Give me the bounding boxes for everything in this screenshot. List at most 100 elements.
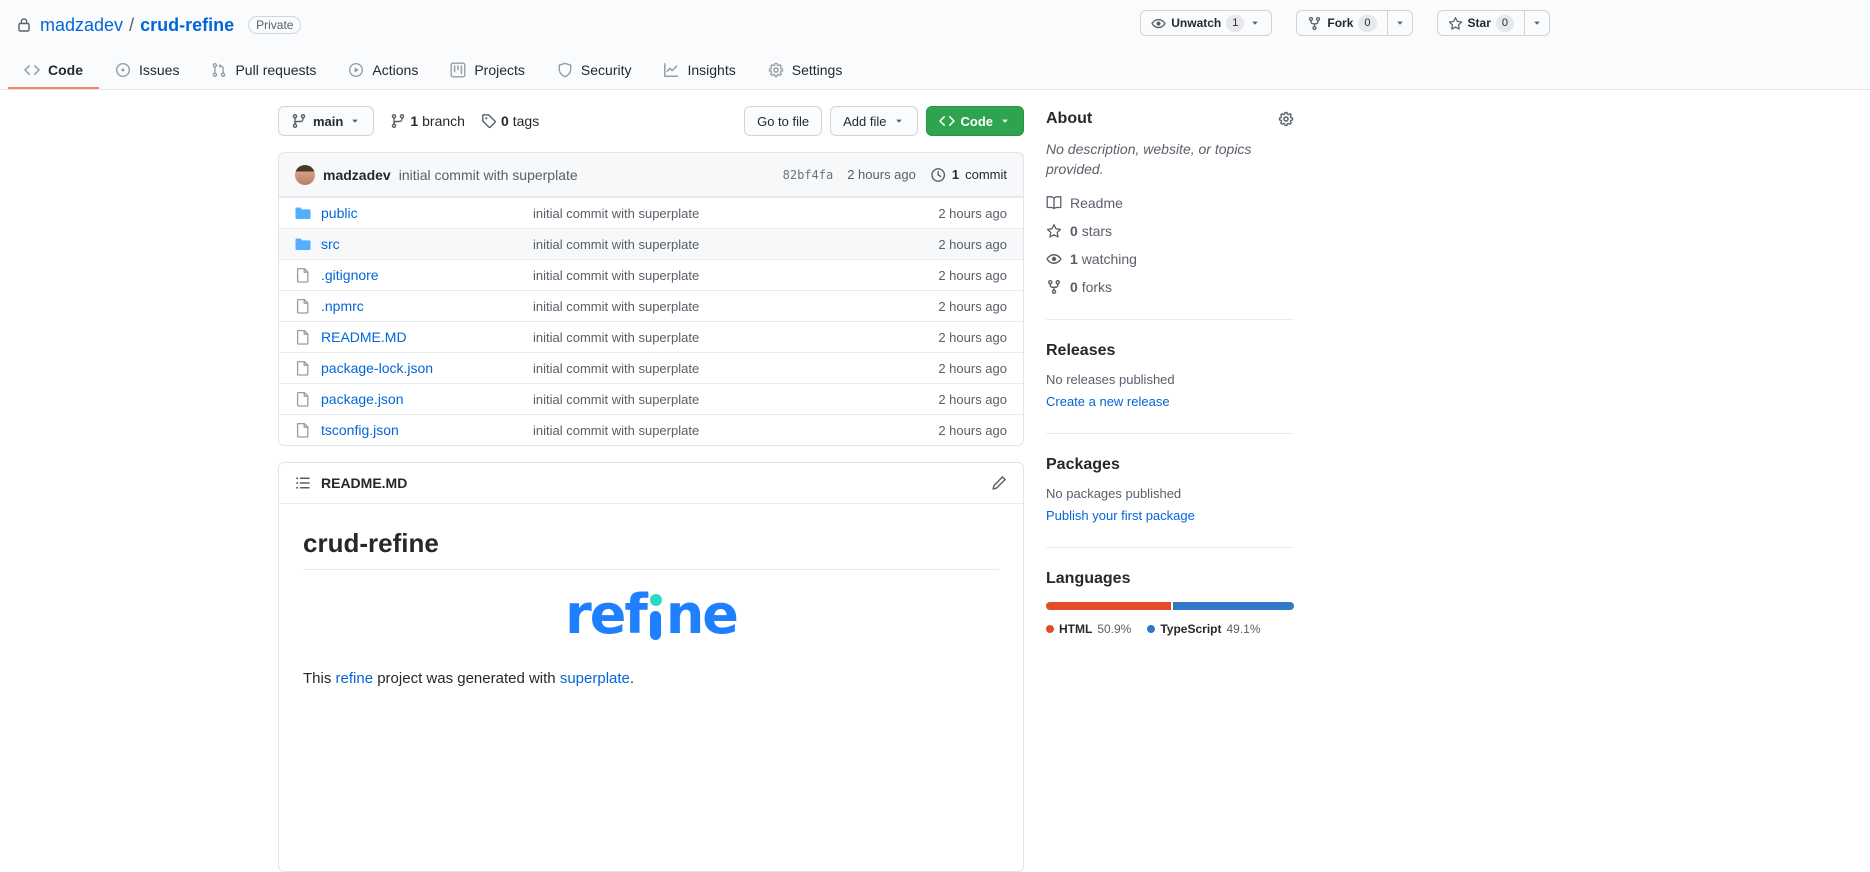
commit-history-link[interactable]: 1 commit	[930, 167, 1007, 183]
tab-actions[interactable]: Actions	[332, 52, 434, 89]
fork-dropdown-button[interactable]	[1387, 10, 1413, 36]
repo-name-link[interactable]: crud-refine	[140, 15, 234, 36]
file-link[interactable]: public	[321, 205, 533, 221]
fork-label: Fork	[1327, 16, 1354, 30]
file-icon	[295, 298, 311, 314]
commit-message-link[interactable]: initial commit with superplate	[533, 330, 897, 345]
star-dropdown-button[interactable]	[1525, 10, 1550, 36]
commit-message-link[interactable]: initial commit with superplate	[533, 206, 897, 221]
language-item-html[interactable]: HTML 50.9%	[1046, 622, 1131, 636]
gear-icon	[1278, 111, 1294, 127]
releases-title: Releases	[1046, 342, 1116, 360]
publish-package-link[interactable]: Publish your first package	[1046, 508, 1195, 523]
file-link[interactable]: package.json	[321, 391, 533, 407]
file-link[interactable]: src	[321, 236, 533, 252]
chevron-down-icon	[1249, 17, 1261, 29]
forks-sidebar-link[interactable]: 0 forks	[1046, 279, 1294, 295]
avatar[interactable]	[295, 164, 315, 185]
eye-icon	[1046, 251, 1062, 267]
branches-link[interactable]: 1 branch	[390, 113, 465, 129]
current-branch-label: main	[313, 113, 344, 129]
folder-icon	[295, 205, 311, 221]
file-link[interactable]: tsconfig.json	[321, 422, 533, 438]
tab-insights[interactable]: Insights	[647, 52, 751, 89]
readme-sidebar-link[interactable]: Readme	[1046, 195, 1294, 211]
chevron-down-icon	[1531, 17, 1543, 29]
add-file-button[interactable]: Add file	[830, 106, 918, 136]
tab-code[interactable]: Code	[8, 52, 99, 89]
readme-filename-link[interactable]: README.MD	[321, 475, 407, 491]
tab-security[interactable]: Security	[541, 52, 648, 89]
tab-label: Actions	[372, 62, 419, 78]
tab-issues[interactable]: Issues	[99, 52, 195, 89]
commit-time: 2 hours ago	[847, 167, 916, 182]
tab-settings[interactable]: Settings	[752, 52, 859, 89]
refine-link[interactable]: refine	[336, 670, 374, 687]
fork-icon	[1046, 279, 1062, 295]
repo-actions: Unwatch 1 Fork 0 Star 0	[1140, 10, 1550, 36]
superplate-link[interactable]: superplate	[560, 670, 630, 687]
commit-message-link[interactable]: initial commit with superplate	[533, 237, 897, 252]
logo-i-stem	[650, 611, 662, 640]
file-link[interactable]: package-lock.json	[321, 360, 533, 376]
table-row: tsconfig.json initial commit with superp…	[279, 414, 1023, 445]
lock-icon	[16, 17, 32, 33]
star-icon	[1046, 223, 1062, 239]
star-button[interactable]: Star 0	[1436, 10, 1525, 36]
language-item-typescript[interactable]: TypeScript 49.1%	[1147, 622, 1261, 636]
readme-box: README.MD crud-refine ref ne This refine …	[278, 462, 1024, 872]
packages-section: Packages No packages published Publish y…	[1046, 434, 1294, 549]
chevron-down-icon	[349, 115, 361, 127]
language-color-dot	[1046, 625, 1054, 634]
tags-link[interactable]: 0 tags	[481, 113, 539, 129]
chevron-down-icon	[999, 115, 1011, 127]
repo-owner-link[interactable]: madzadev	[40, 15, 123, 36]
about-title: About	[1046, 110, 1093, 127]
language-color-dot	[1147, 625, 1156, 634]
file-icon	[295, 329, 311, 345]
star-label: Star	[1467, 16, 1491, 30]
file-updated-time: 2 hours ago	[938, 236, 1007, 252]
file-updated-time: 2 hours ago	[938, 298, 1007, 314]
file-updated-time: 2 hours ago	[938, 391, 1007, 407]
tab-label: Issues	[139, 62, 180, 78]
stars-count: 0	[1495, 14, 1514, 32]
stars-sidebar-link[interactable]: 0 stars	[1046, 223, 1294, 239]
branch-icon	[291, 113, 307, 129]
commit-author-link[interactable]: madzadev	[323, 167, 391, 183]
commit-message-link[interactable]: initial commit with superplate	[533, 361, 897, 376]
code-download-button[interactable]: Code	[925, 106, 1024, 136]
commit-sha-link[interactable]: 82bf4fa	[783, 168, 834, 182]
commit-message-link[interactable]: initial commit with superplate	[533, 392, 897, 407]
commit-message-link[interactable]: initial commit with superplate	[533, 268, 897, 283]
commit-message-link[interactable]: initial commit with superplate	[533, 299, 897, 314]
file-icon	[295, 360, 311, 376]
visibility-badge: Private	[248, 16, 302, 34]
create-release-link[interactable]: Create a new release	[1046, 394, 1170, 409]
readme-content: crud-refine ref ne This refine project wa…	[279, 504, 1023, 871]
tab-pull-requests[interactable]: Pull requests	[195, 52, 332, 89]
language-bar-segment-typescript[interactable]	[1173, 602, 1294, 611]
watch-control: Unwatch 1	[1140, 10, 1273, 36]
about-section: About No description, website, or topics…	[1046, 106, 1294, 321]
commit-message-link[interactable]: initial commit with superplate	[399, 167, 578, 183]
go-to-file-button[interactable]: Go to file	[744, 106, 823, 136]
fork-button[interactable]: Fork 0	[1296, 10, 1388, 36]
file-link[interactable]: .gitignore	[321, 267, 533, 283]
edit-readme-button[interactable]	[991, 475, 1007, 491]
watching-sidebar-link[interactable]: 1 watching	[1046, 251, 1294, 267]
logo-i-dot	[649, 594, 662, 606]
tab-label: Pull requests	[235, 62, 317, 78]
file-link[interactable]: .npmrc	[321, 298, 533, 314]
unwatch-button[interactable]: Unwatch 1	[1140, 10, 1273, 36]
language-bar-segment-html[interactable]	[1046, 602, 1172, 611]
branch-selector-button[interactable]: main	[278, 106, 375, 136]
readme-header: README.MD	[279, 463, 1023, 504]
file-tree-box: madzadev initial commit with superplate …	[278, 152, 1024, 446]
file-link[interactable]: README.MD	[321, 329, 533, 345]
file-updated-time: 2 hours ago	[938, 329, 1007, 345]
tab-projects[interactable]: Projects	[434, 52, 541, 89]
commit-message-link[interactable]: initial commit with superplate	[533, 423, 897, 438]
table-row: package-lock.json initial commit with su…	[279, 352, 1023, 383]
edit-repo-details-button[interactable]	[1278, 111, 1294, 127]
